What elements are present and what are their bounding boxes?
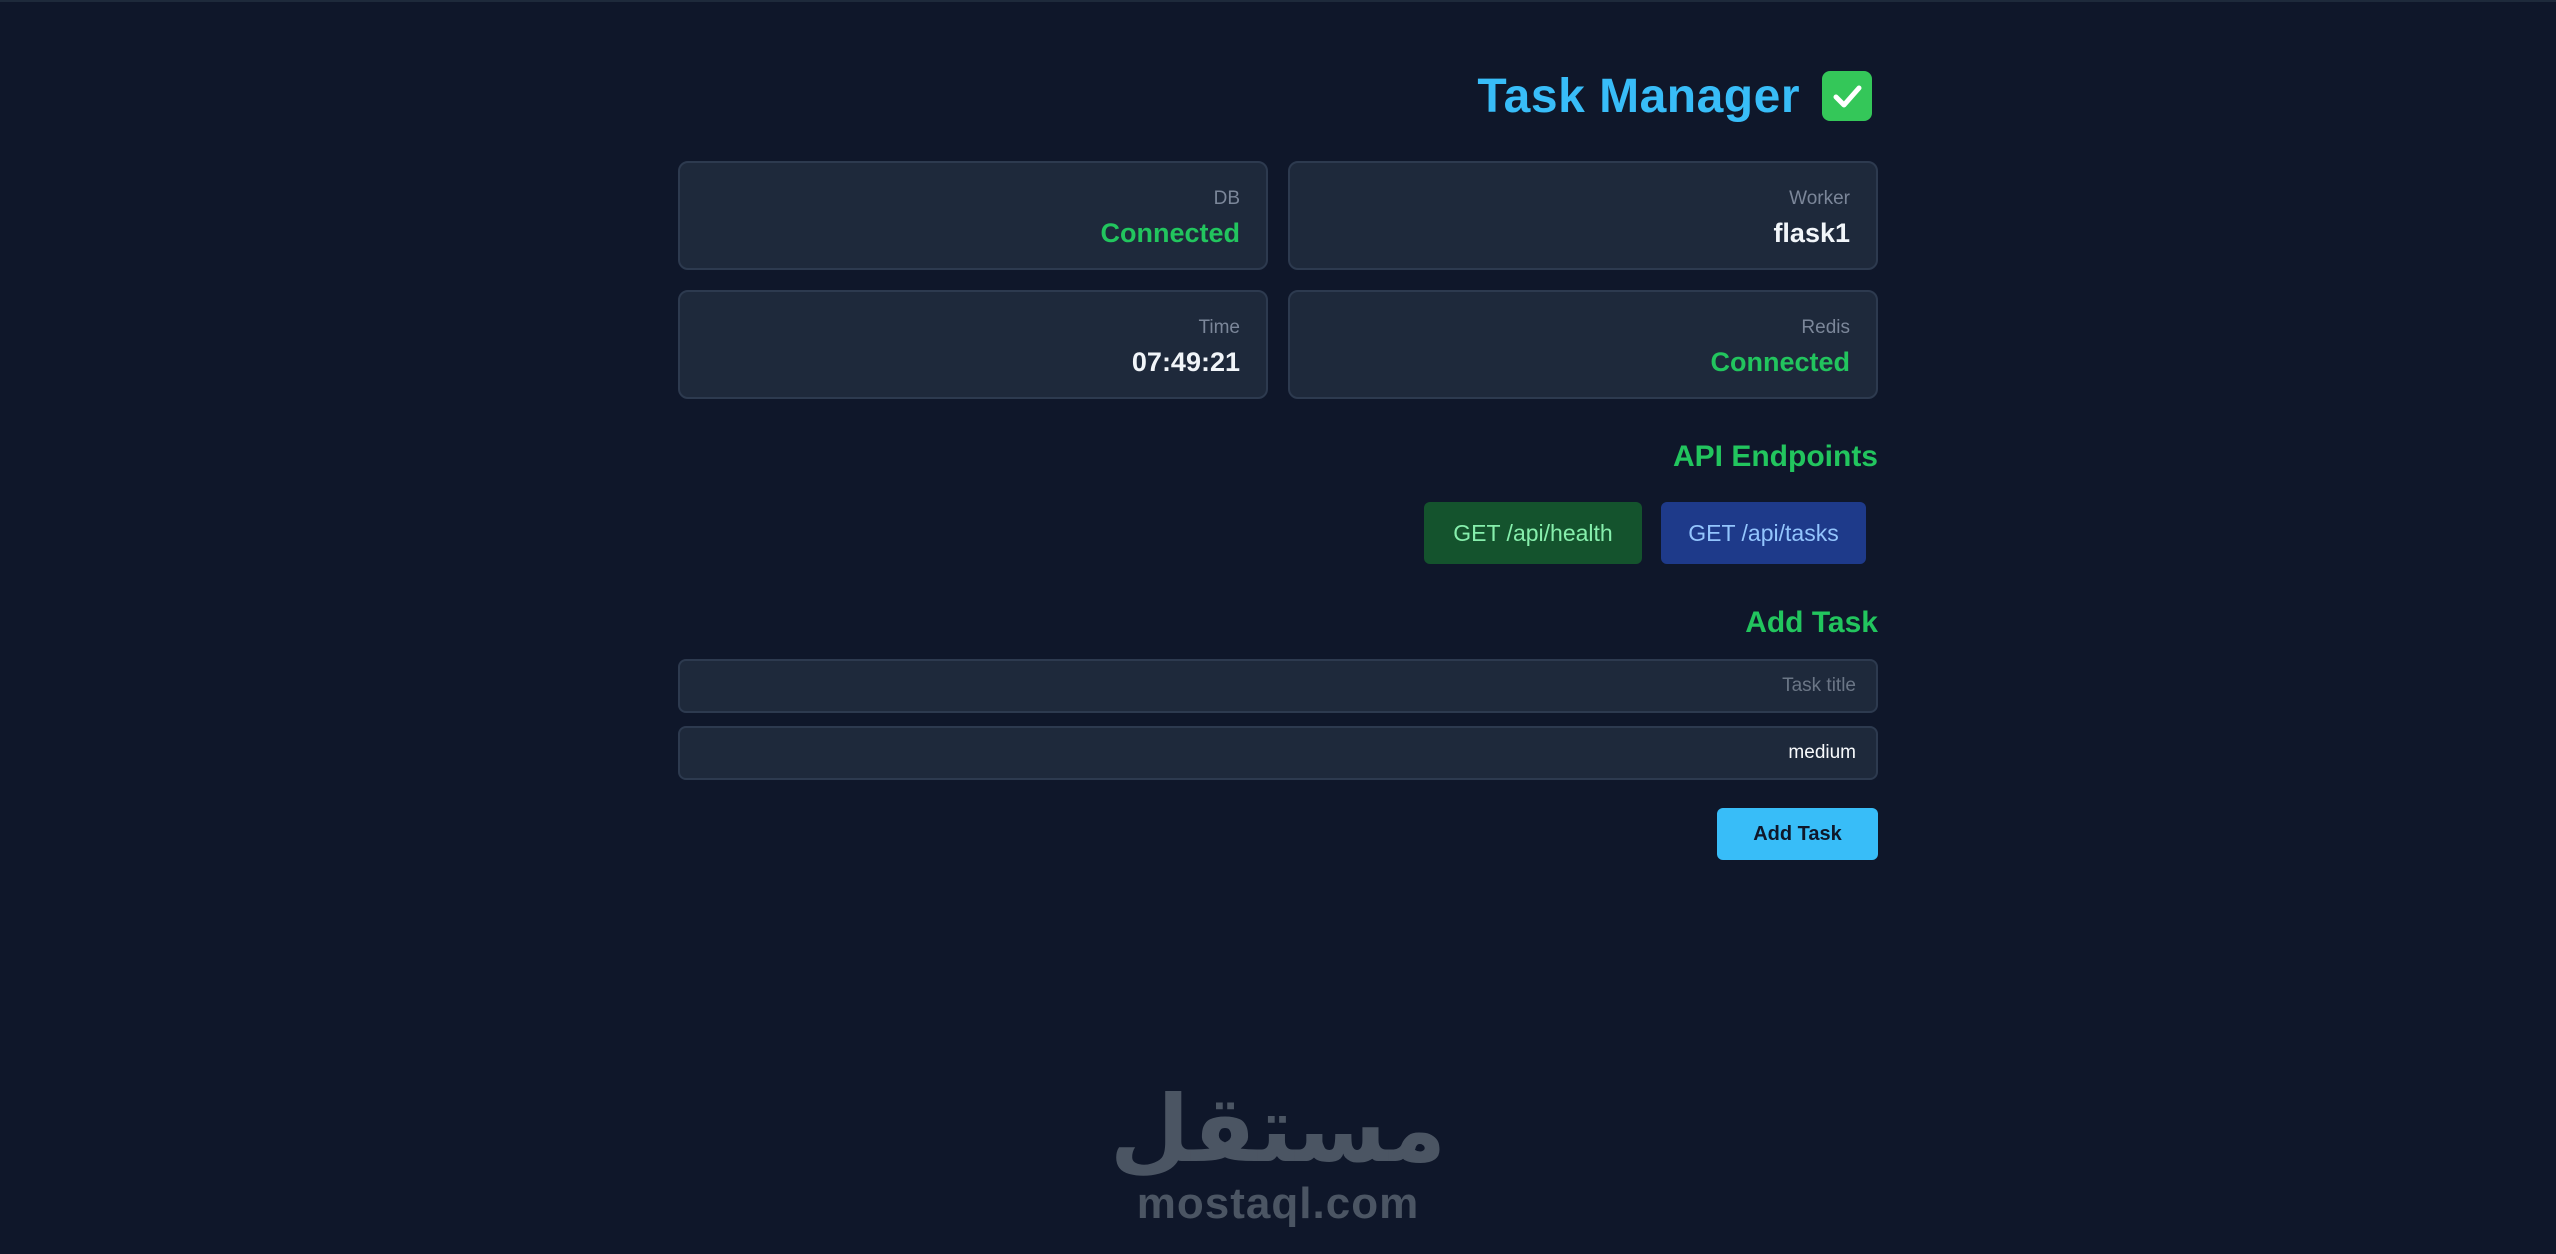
check-icon [1822,71,1872,121]
task-title-input[interactable] [678,659,1878,713]
api-endpoints-heading: API Endpoints [1673,440,1878,473]
mostaql-watermark: مستقل mostaql.com [1110,1080,1446,1230]
header: Task Manager [1477,68,1872,124]
top-border [0,0,2556,2]
priority-select-value: medium [1788,742,1856,763]
redis-label: Redis [1801,317,1850,338]
watermark-latin-text: mostaql.com [1136,1179,1420,1228]
page-title: Task Manager [1477,69,1800,123]
add-task-heading: Add Task [1745,606,1878,639]
worker-status-card: Worker flask1 [1288,161,1878,270]
redis-status-card: Redis Connected [1288,290,1878,399]
worker-label: Worker [1789,188,1850,209]
db-status-card: DB Connected [678,161,1268,270]
time-status-card: Time 07:49:21 [678,290,1268,399]
api-health-button[interactable]: GET /api/health [1424,502,1642,564]
worker-value: flask1 [1773,218,1850,248]
add-task-button[interactable]: Add Task [1717,808,1878,860]
time-value: 07:49:21 [1131,347,1240,377]
priority-select[interactable]: medium [678,726,1878,780]
db-status-value: Connected [1100,218,1240,248]
time-label: Time [1198,317,1240,338]
api-tasks-button[interactable]: GET /api/tasks [1661,502,1866,564]
db-label: DB [1213,188,1240,209]
redis-status-value: Connected [1710,347,1850,377]
watermark-arabic-text: مستقل [1109,1076,1447,1183]
